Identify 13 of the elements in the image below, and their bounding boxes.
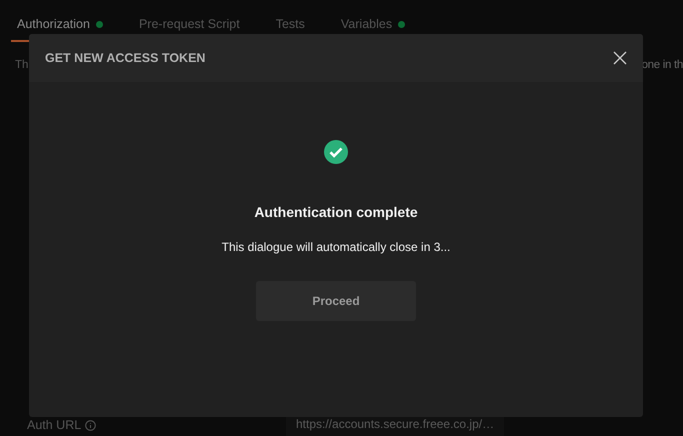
dialog-title: GET NEW ACCESS TOKEN [45,51,206,65]
status-message: This dialogue will automatically close in 3... [222,240,450,254]
tab[interactable]: Tests [270,16,311,42]
check-circle-icon [324,140,348,164]
status-dot-icon [96,20,103,28]
status-dot-icon [398,20,406,28]
status-heading: Authentication complete [254,204,418,220]
field-label: Auth URL [27,418,82,432]
description-text: Th [15,59,28,71]
close-button[interactable] [613,51,627,65]
tab[interactable]: Pre-request Script [132,16,246,42]
proceed-button[interactable]: Proceed [256,281,416,321]
info-icon [85,420,96,430]
